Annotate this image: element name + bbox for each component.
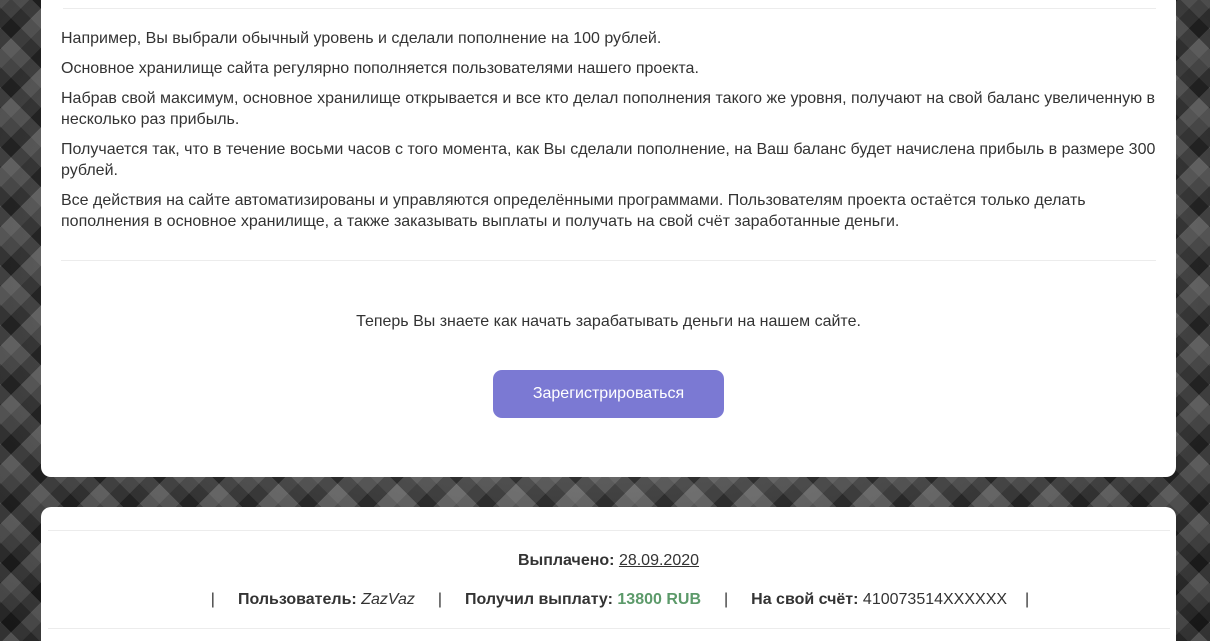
payout-card: Выплачено: 28.09.2020 | Пользователь: Zaz…: [41, 507, 1176, 641]
payout-top-divider: [48, 530, 1170, 531]
paragraph-automation: Все действия на сайте автоматизированы и…: [61, 192, 1086, 230]
middle-divider: [61, 260, 1156, 261]
user-label: Пользователь:: [237, 591, 357, 608]
payout-details-row: | Пользователь: ZazVaz | Получил выплату: 1…: [41, 589, 1176, 610]
explanation-text: Например, Вы выбрали обычный уровень и с…: [61, 28, 1156, 241]
paid-date: 28.09.2020: [618, 552, 700, 569]
info-card: Например, Вы выбрали обычный уровень и с…: [41, 0, 1176, 477]
paid-label: Выплачено:: [517, 552, 615, 569]
register-button[interactable]: Зарегистрироваться: [493, 370, 724, 418]
separator: |: [1025, 591, 1030, 608]
paragraph-profit: Получается так, что в течение восьми час…: [61, 141, 1156, 179]
paragraph-maximum: Набрав свой максимум, основное хранилище…: [61, 90, 1156, 128]
account-number: 410073514XXXXXX: [862, 591, 1008, 608]
user-name: ZazVaz: [361, 591, 415, 608]
paragraph-example: Например, Вы выбрали обычный уровень и с…: [61, 30, 662, 47]
paragraph-storage: Основное хранилище сайта регулярно попол…: [61, 60, 699, 77]
separator: |: [437, 591, 442, 608]
account-label: На свой счёт:: [751, 591, 859, 608]
paid-date-line: Выплачено: 28.09.2020: [41, 550, 1176, 571]
payout-amount: 13800 RUB: [617, 591, 701, 608]
payout-bottom-divider: [48, 628, 1170, 629]
received-label: Получил выплату:: [465, 591, 613, 608]
separator: |: [210, 591, 215, 608]
cta-text: Теперь Вы знаете как начать зарабатывать…: [356, 313, 861, 330]
separator: |: [724, 591, 729, 608]
top-divider: [63, 8, 1156, 9]
